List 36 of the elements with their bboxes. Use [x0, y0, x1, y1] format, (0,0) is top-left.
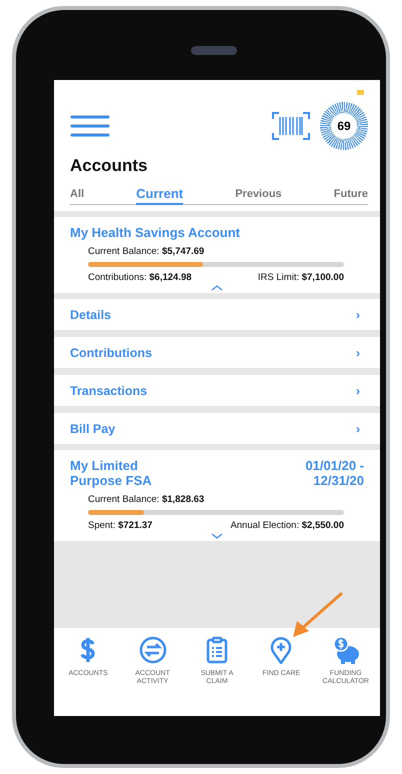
menu-icon[interactable]	[70, 115, 110, 137]
collapse-chevron-icon[interactable]	[211, 285, 223, 291]
chevron-right-icon: ›	[356, 346, 360, 360]
account-dates: 01/01/20 - 12/31/20	[304, 458, 364, 488]
account-name[interactable]: My Health Savings Account	[70, 225, 240, 240]
stat-text: Annual Election: $2,550.00	[230, 520, 344, 531]
balance-text: Current Balance: $1,828.63	[88, 494, 206, 505]
stat-text: IRS Limit: $7,100.00	[258, 272, 344, 283]
page-title: Accounts	[70, 156, 148, 176]
stat-text: Spent: $721.37	[88, 520, 152, 531]
menu-item-label: Details	[70, 308, 111, 322]
score-dial[interactable]: 69	[320, 102, 368, 150]
stat-text: Contributions: $6,124.98	[88, 272, 192, 283]
balance-text: Current Balance: $5,747.69	[88, 246, 206, 257]
menu-item-label: Bill Pay	[70, 422, 116, 436]
expand-chevron-icon[interactable]	[211, 533, 223, 539]
account-menu-item[interactable]: Details ›	[54, 299, 380, 330]
tab[interactable]: Future	[334, 186, 368, 205]
chevron-right-icon: ›	[356, 384, 360, 398]
account-menu-item[interactable]: Transactions ›	[54, 375, 380, 406]
arrows-circle-icon	[138, 636, 167, 664]
chevron-right-icon: ›	[356, 422, 360, 436]
menu-item-label: Contributions	[70, 346, 152, 360]
account-name[interactable]: My Limited Purpose FSA	[70, 458, 170, 488]
account-menu-item[interactable]: Bill Pay ›	[54, 413, 380, 444]
phone-speaker	[191, 46, 237, 55]
annotation-arrow	[290, 590, 346, 640]
score-number: 69	[331, 113, 357, 139]
tab[interactable]: Previous	[235, 186, 282, 205]
tab[interactable]: Current	[136, 186, 184, 205]
barcode-icon[interactable]	[272, 112, 310, 140]
menu-item-label: Transactions	[70, 384, 148, 398]
account-menu-item[interactable]: Contributions ›	[54, 337, 380, 368]
chevron-right-icon: ›	[356, 308, 360, 322]
tab[interactable]: All	[70, 186, 84, 205]
battery-icon	[357, 90, 364, 94]
